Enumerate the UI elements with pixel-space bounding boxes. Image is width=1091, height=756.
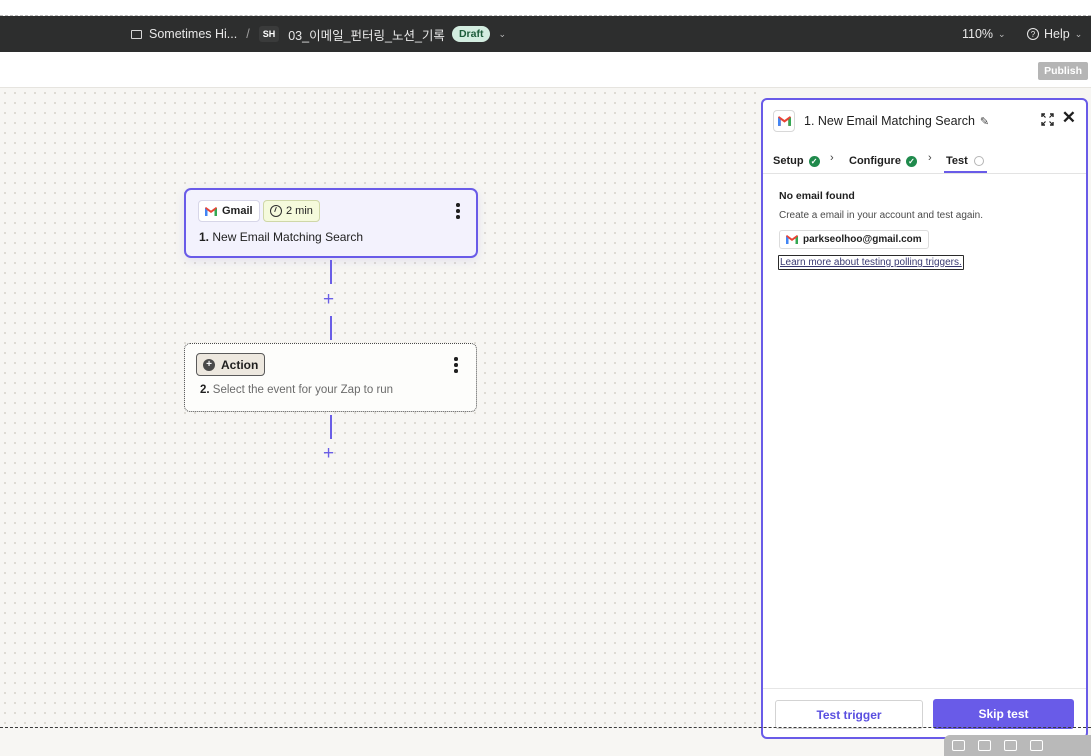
skip-test-button[interactable]: Skip test xyxy=(933,699,1074,729)
chevron-down-icon: ⌄ xyxy=(1074,28,1083,39)
action-label: Action xyxy=(221,357,259,372)
kebab-menu-icon[interactable] xyxy=(456,203,460,221)
browser-strip xyxy=(0,0,1091,16)
breadcrumb-folder[interactable]: Sometimes Hi... xyxy=(149,27,237,41)
step-number: 2. xyxy=(200,384,210,396)
status-badge: Draft xyxy=(451,26,491,42)
close-icon[interactable]: ✕ xyxy=(1062,109,1076,126)
panel-title[interactable]: 1. New Email Matching Search xyxy=(804,114,975,128)
expand-icon[interactable] xyxy=(1041,113,1054,126)
sub-toolbar: Publish xyxy=(0,52,1091,88)
help-menu[interactable]: ? Help ⌄ xyxy=(1027,16,1082,52)
chevron-down-icon[interactable]: ⌄ xyxy=(498,29,506,40)
zoom-control[interactable]: 110% ⌄ xyxy=(962,16,1006,52)
window-icon[interactable] xyxy=(1030,740,1043,751)
window-icon[interactable] xyxy=(952,740,965,751)
chevron-down-icon: ⌄ xyxy=(998,28,1006,39)
message-title: No email found xyxy=(779,190,855,202)
gmail-icon xyxy=(205,206,217,216)
step-card-action[interactable]: + Action 2. Select the event for your Za… xyxy=(184,343,477,412)
tab-separator: › xyxy=(928,152,932,164)
breadcrumb: Sometimes Hi... / SH 03_이메일_펀터링_노션_기록 Dr… xyxy=(131,16,506,52)
connector-line xyxy=(330,316,332,340)
pending-status-icon xyxy=(973,156,984,166)
connector-line xyxy=(330,415,332,439)
pencil-icon[interactable]: ✎ xyxy=(980,115,989,128)
add-step-button[interactable]: + xyxy=(323,444,334,463)
connector-line xyxy=(330,260,332,284)
poll-interval-chip: 2 min xyxy=(263,200,320,222)
panel-tabs: Setup ✓ › Configure ✓ › Test xyxy=(763,148,1086,174)
zap-name[interactable]: 03_이메일_펀터링_노션_기록 xyxy=(288,25,445,44)
action-chip: + Action xyxy=(196,353,266,376)
account-email: parkseolhoo@gmail.com xyxy=(803,234,922,245)
help-label: Help xyxy=(1044,27,1070,41)
selection-boundary xyxy=(0,727,1091,728)
active-tab-indicator xyxy=(944,171,987,173)
window-icon[interactable] xyxy=(978,740,991,751)
plus-icon: + xyxy=(203,358,215,371)
tab-separator: › xyxy=(830,152,834,164)
step-title: 2. Select the event for your Zap to run xyxy=(200,384,393,396)
poll-interval: 2 min xyxy=(286,205,313,217)
breadcrumb-separator: / xyxy=(246,27,250,41)
tab-configure[interactable]: Configure ✓ xyxy=(849,151,917,171)
tab-label: Configure xyxy=(849,155,901,167)
owner-avatar: SH xyxy=(258,26,280,42)
step-name: New Email Matching Search xyxy=(212,230,364,244)
gmail-icon xyxy=(786,235,798,244)
gmail-icon xyxy=(773,110,795,132)
panel-footer: Test trigger Skip test xyxy=(763,688,1086,737)
step-placeholder: Select the event for your Zap to run xyxy=(212,384,394,396)
check-icon: ✓ xyxy=(905,155,917,167)
clock-icon xyxy=(270,205,282,217)
app-chip-gmail: Gmail xyxy=(198,200,260,222)
step-card-trigger[interactable]: Gmail 2 min 1. New Email Matching Search xyxy=(184,188,478,258)
tab-setup[interactable]: Setup ✓ xyxy=(773,151,820,171)
check-icon: ✓ xyxy=(808,155,820,167)
kebab-menu-icon[interactable] xyxy=(454,357,458,375)
step-title: 1. New Email Matching Search xyxy=(199,230,363,244)
help-link[interactable]: Learn more about testing polling trigger… xyxy=(778,255,964,270)
message-body: Create a email in your account and test … xyxy=(779,210,984,221)
top-bar: Sometimes Hi... / SH 03_이메일_펀터링_노션_기록 Dr… xyxy=(0,16,1091,52)
window-icon[interactable] xyxy=(1004,740,1017,751)
folder-icon xyxy=(131,29,142,39)
app-label: Gmail xyxy=(222,205,253,217)
panel-header: 1. New Email Matching Search ✎ xyxy=(773,110,989,132)
add-step-button[interactable]: + xyxy=(323,290,334,309)
account-chip: parkseolhoo@gmail.com xyxy=(779,230,929,249)
zoom-level: 110% xyxy=(962,27,994,41)
test-trigger-button[interactable]: Test trigger xyxy=(775,700,923,729)
publish-button[interactable]: Publish xyxy=(1038,62,1088,80)
tab-label: Test xyxy=(946,155,968,167)
tab-label: Setup xyxy=(773,155,804,167)
capture-toolbar xyxy=(944,735,1091,756)
step-number: 1. xyxy=(199,230,210,244)
tab-test[interactable]: Test xyxy=(946,151,984,171)
help-icon: ? xyxy=(1027,28,1039,40)
step-details-panel: 1. New Email Matching Search ✎ ✕ Setup ✓… xyxy=(761,98,1088,739)
